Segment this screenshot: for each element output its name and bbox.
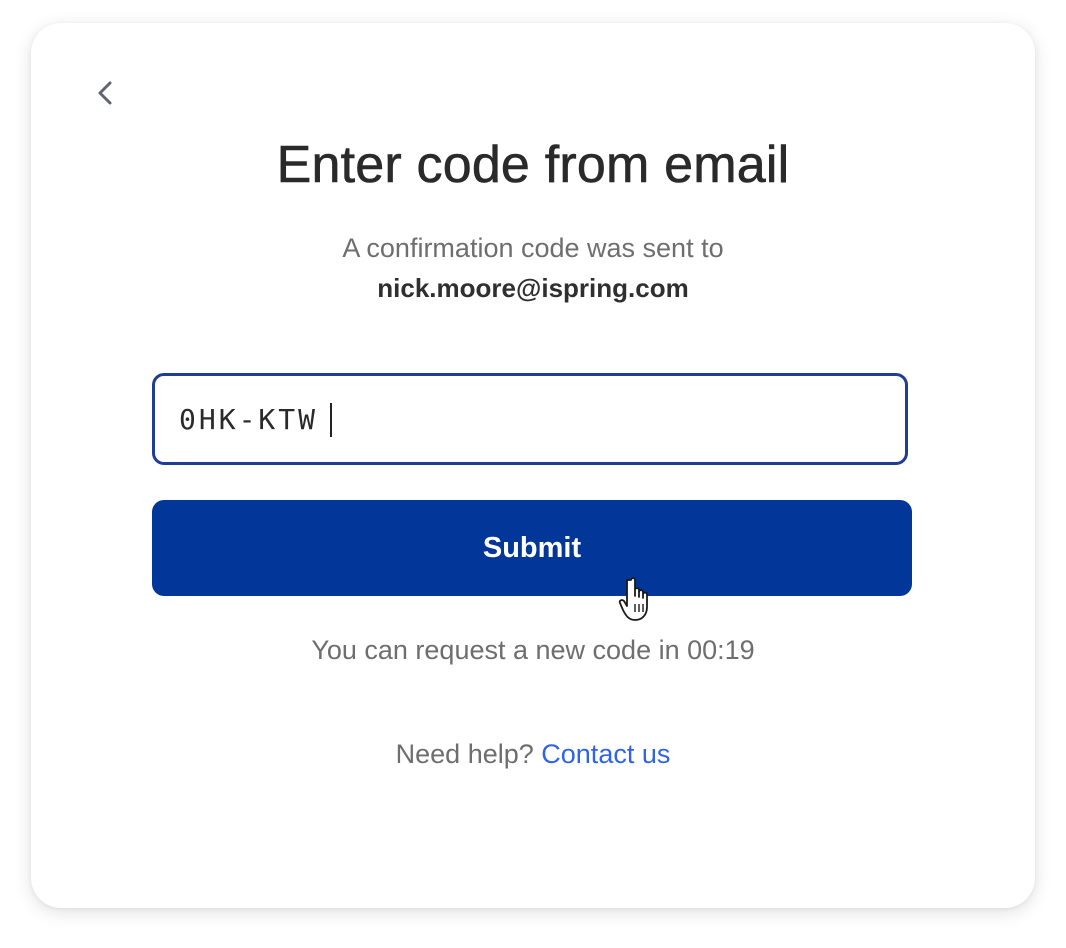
back-button[interactable] (89, 75, 121, 111)
confirmation-text: A confirmation code was sent to nick.moo… (31, 228, 1035, 308)
code-input[interactable] (152, 373, 908, 465)
help-line: Need help? Contact us (31, 739, 1035, 770)
verification-card: Enter code from email A confirmation cod… (31, 23, 1035, 908)
resend-timer: You can request a new code in 00:19 (311, 635, 755, 665)
recipient-email: nick.moore@ispring.com (377, 273, 689, 303)
contact-us-link[interactable]: Contact us (541, 739, 670, 769)
confirmation-message: A confirmation code was sent to (342, 233, 724, 263)
chevron-left-icon (98, 81, 112, 105)
page-title: Enter code from email (276, 136, 790, 195)
text-caret (330, 403, 332, 437)
submit-button[interactable]: Submit (152, 500, 912, 596)
help-prefix: Need help? (395, 739, 534, 769)
